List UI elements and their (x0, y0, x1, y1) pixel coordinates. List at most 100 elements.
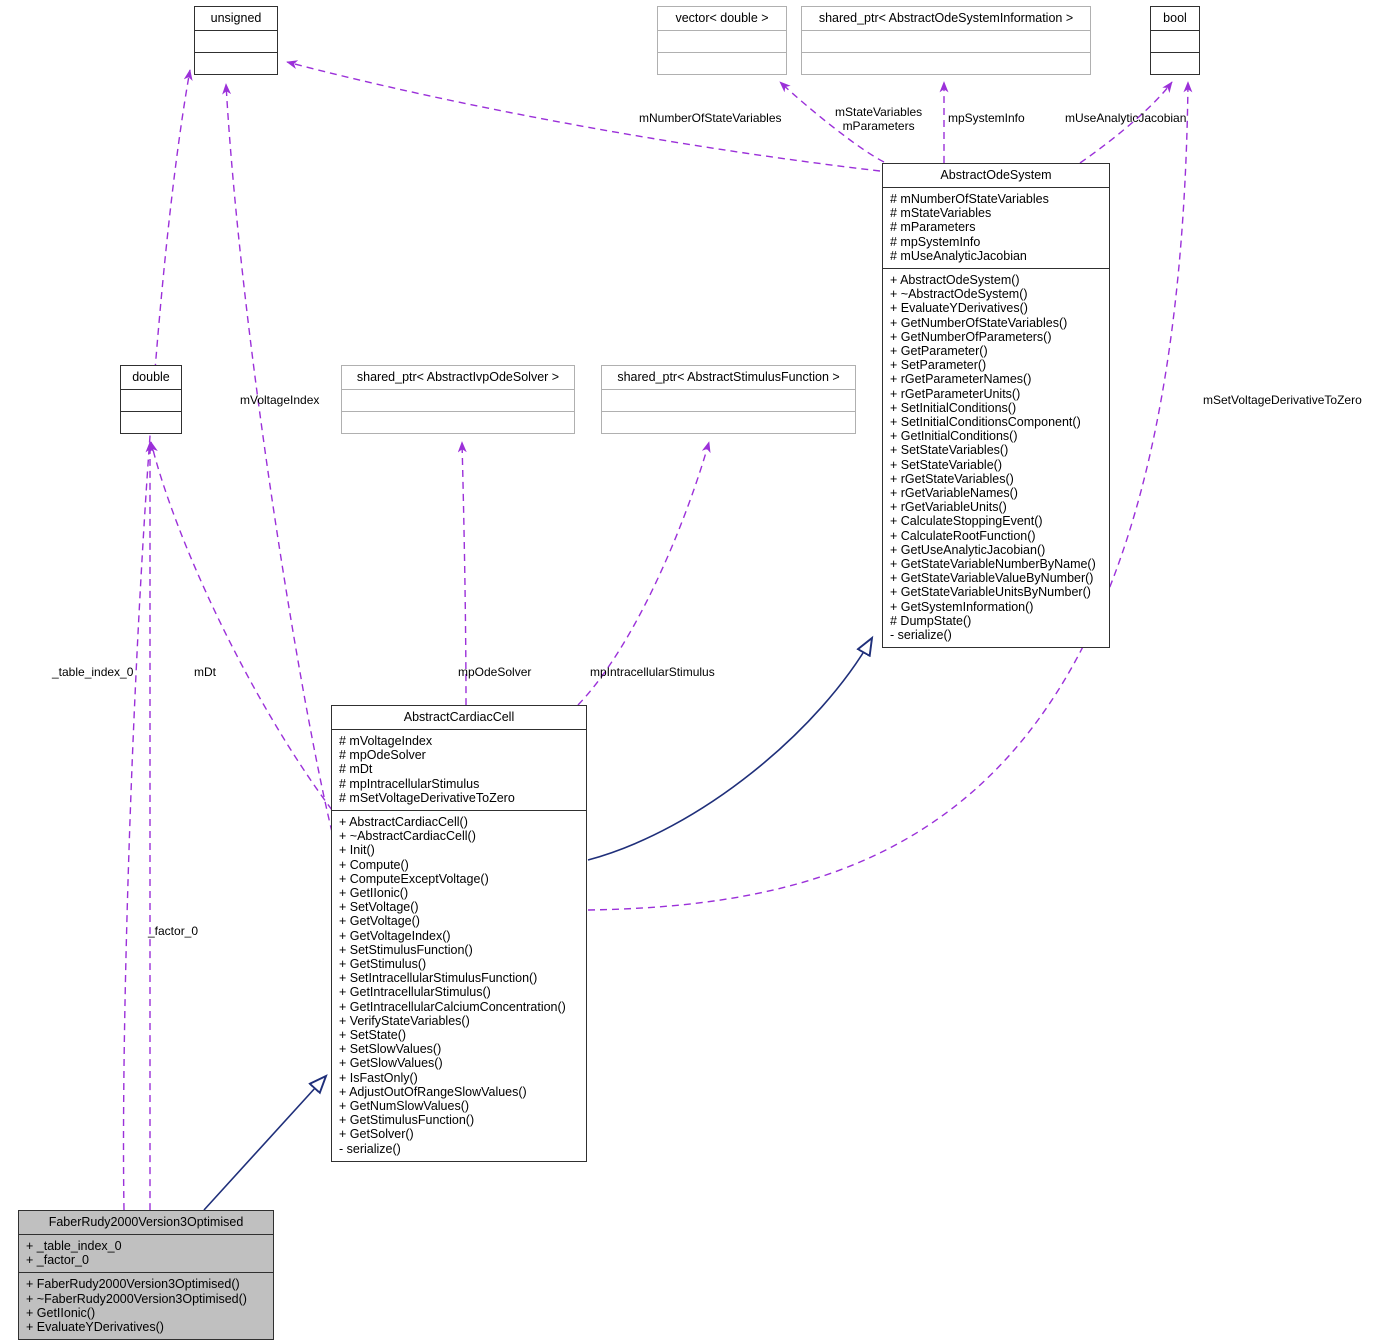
method-row: + GetIIonic() (26, 1305, 96, 1320)
edge-label-mdt: mDt (194, 665, 216, 679)
method-row: + GetSolver() (339, 1127, 414, 1142)
attribute-row: # mpOdeSolver (339, 748, 426, 763)
class-methods-double (121, 412, 181, 433)
edge-mdt (149, 441, 333, 811)
class-title-abstractcardiaccell: AbstractCardiacCell (332, 706, 586, 730)
method-row: + AbstractCardiacCell() (339, 815, 468, 830)
method-row: + ~FaberRudy2000Version3Optimised() (26, 1291, 247, 1306)
method-row: + EvaluateYDerivatives() (26, 1320, 164, 1335)
class-attributes-shared-ptr-odesysteminformation (802, 31, 1090, 53)
class-title-shared-ptr-odesysteminformation: shared_ptr< AbstractOdeSystemInformation… (802, 7, 1090, 31)
class-methods-bool (1151, 53, 1199, 74)
edge-label-mstatevariables: mStateVariables (835, 105, 923, 119)
method-row: + ~AbstractCardiacCell() (339, 829, 476, 844)
class-attributes-faberrudy2000version3optimised: + _table_index_0 + _factor_0 (19, 1235, 273, 1274)
method-row: + CalculateRootFunction() (890, 528, 1036, 543)
attribute-row: # mParameters (890, 220, 976, 235)
attribute-row: # mDt (339, 762, 373, 777)
attribute-row: # mVoltageIndex (339, 734, 433, 748)
attribute-row: # mNumberOfStateVariables (890, 192, 1049, 206)
class-box-shared-ptr-ivpodesolver[interactable]: shared_ptr< AbstractIvpOdeSolver > (341, 365, 575, 434)
class-methods-abstractodesystem: + AbstractOdeSystem() + ~AbstractOdeSyst… (883, 269, 1109, 647)
class-title-unsigned: unsigned (195, 7, 277, 31)
edge-inherit-faberrudy-cardiaccell (203, 1076, 326, 1211)
edge-mnumberofstatevariables (286, 60, 881, 172)
class-methods-vector-double (658, 53, 786, 74)
edge-label-mparameters: mParameters (842, 118, 915, 133)
method-row: - serialize() (339, 1141, 401, 1156)
method-row: + rGetParameterNames() (890, 372, 1032, 387)
method-row: + IsFastOnly() (339, 1070, 418, 1085)
method-row: + SetVoltage() (339, 900, 419, 915)
class-title-bool: bool (1151, 7, 1199, 31)
method-row: + SetStimulusFunction() (339, 942, 473, 957)
method-row: + ~AbstractOdeSystem() (890, 287, 1028, 302)
method-row: + SetSlowValues() (339, 1042, 442, 1057)
method-row: + GetSystemInformation() (890, 599, 1034, 614)
method-row: + rGetVariableNames() (890, 486, 1018, 501)
edge-label-mpintracellularstimulus: mpIntracellularStimulus (590, 665, 715, 679)
attribute-row: # mpSystemInfo (890, 234, 981, 249)
edge-label-mpodesolver: mpOdeSolver (458, 665, 532, 679)
method-row: + GetIIonic() (339, 886, 409, 901)
method-row: + SetInitialConditions() (890, 400, 1017, 415)
class-title-abstractodesystem: AbstractOdeSystem (883, 164, 1109, 188)
attribute-row: + _table_index_0 (26, 1239, 122, 1253)
attribute-row: # mSetVoltageDerivativeToZero (339, 790, 515, 805)
class-title-double: double (121, 366, 181, 390)
method-row: + SetState() (339, 1028, 407, 1043)
class-box-abstractcardiaccell[interactable]: AbstractCardiacCell # mVoltageIndex # mp… (331, 705, 587, 1162)
method-row: + Init() (339, 843, 375, 858)
class-box-shared-ptr-stimulusfunction[interactable]: shared_ptr< AbstractStimulusFunction > (601, 365, 856, 434)
method-row: + GetIntracellularStimulus() (339, 985, 491, 1000)
method-row: + SetStateVariables() (890, 443, 1009, 458)
method-row: + FaberRudy2000Version3Optimised() (26, 1277, 240, 1292)
class-title-shared-ptr-stimulusfunction: shared_ptr< AbstractStimulusFunction > (602, 366, 855, 390)
class-methods-shared-ptr-stimulusfunction (602, 412, 855, 433)
method-row: + GetNumberOfStateVariables() (890, 315, 1068, 330)
method-row: - serialize() (890, 628, 952, 643)
method-row: + AbstractOdeSystem() (890, 273, 1020, 288)
edge-table-index-0 (122, 69, 193, 1211)
method-row: + EvaluateYDerivatives() (890, 301, 1028, 316)
edge-label-mnumberofstatevariables: mNumberOfStateVariables (639, 111, 782, 125)
class-box-shared-ptr-odesysteminformation[interactable]: shared_ptr< AbstractOdeSystemInformation… (801, 6, 1091, 75)
method-row: + rGetParameterUnits() (890, 386, 1021, 401)
class-methods-faberrudy2000version3optimised: + FaberRudy2000Version3Optimised() + ~Fa… (19, 1273, 273, 1339)
method-row: + SetIntracellularStimulusFunction() (339, 971, 538, 986)
method-row: + GetSlowValues() (339, 1056, 443, 1071)
method-row: + GetVoltageIndex() (339, 928, 451, 943)
class-box-faberrudy2000version3optimised[interactable]: FaberRudy2000Version3Optimised + _table_… (18, 1210, 274, 1341)
class-box-unsigned[interactable]: unsigned (194, 6, 278, 75)
method-row: + GetStimulusFunction() (339, 1113, 475, 1128)
class-box-double[interactable]: double (120, 365, 182, 434)
method-row: + GetNumberOfParameters() (890, 329, 1052, 344)
class-box-bool[interactable]: bool (1150, 6, 1200, 75)
method-row: + SetInitialConditionsComponent() (890, 415, 1081, 430)
class-attributes-vector-double (658, 31, 786, 53)
method-row: + SetStateVariable() (890, 457, 1002, 472)
class-methods-unsigned (195, 53, 277, 74)
class-attributes-shared-ptr-ivpodesolver (342, 390, 574, 412)
class-attributes-bool (1151, 31, 1199, 53)
method-row: + GetStimulus() (339, 957, 427, 972)
class-methods-shared-ptr-odesysteminformation (802, 53, 1090, 74)
class-attributes-abstractcardiaccell: # mVoltageIndex # mpOdeSolver # mDt # mp… (332, 730, 586, 812)
edge-label-table-index-0: _table_index_0 (52, 665, 134, 679)
class-box-vector-double[interactable]: vector< double > (657, 6, 787, 75)
method-row: + VerifyStateVariables() (339, 1013, 470, 1028)
class-methods-shared-ptr-ivpodesolver (342, 412, 574, 433)
class-title-vector-double: vector< double > (658, 7, 786, 31)
attribute-row: # mStateVariables (890, 206, 992, 221)
class-attributes-unsigned (195, 31, 277, 53)
class-attributes-shared-ptr-stimulusfunction (602, 390, 855, 412)
edge-label-mvoltageindex: mVoltageIndex (240, 393, 320, 407)
attribute-row: # mpIntracellularStimulus (339, 776, 480, 791)
edge-label-mpsysteminfo: mpSystemInfo (948, 111, 1025, 125)
method-row: + SetParameter() (890, 358, 987, 373)
class-box-abstractodesystem[interactable]: AbstractOdeSystem # mNumberOfStateVariab… (882, 163, 1110, 649)
class-attributes-abstractodesystem: # mNumberOfStateVariables # mStateVariab… (883, 188, 1109, 270)
edge-label-msetvoltagederivativetozero: mSetVoltageDerivativeToZero (1203, 393, 1362, 407)
method-row: + AdjustOutOfRangeSlowValues() (339, 1084, 527, 1099)
class-title-shared-ptr-ivpodesolver: shared_ptr< AbstractIvpOdeSolver > (342, 366, 574, 390)
